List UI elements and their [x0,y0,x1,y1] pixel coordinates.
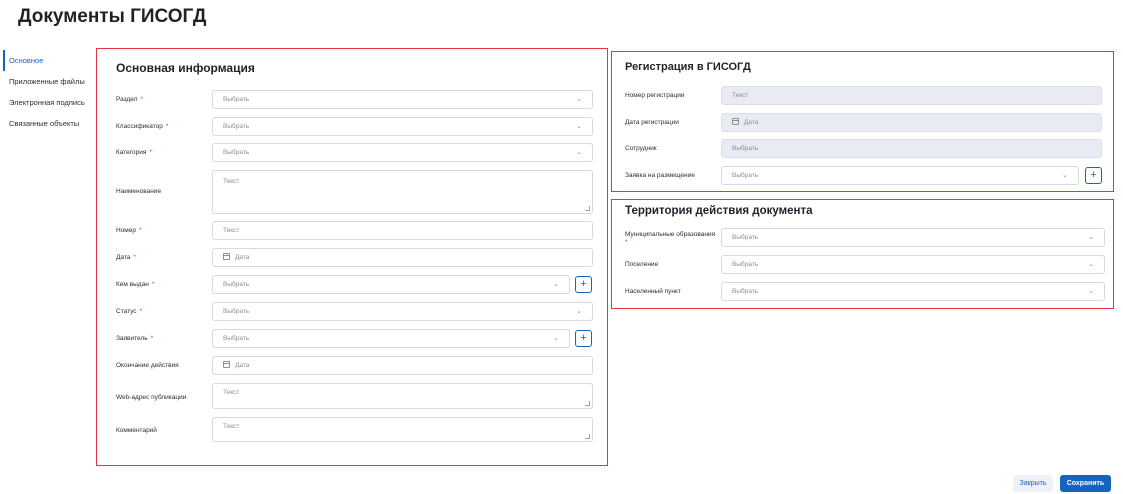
calendar-icon [223,361,230,368]
issued-by-label: Кем выдан * [116,281,155,288]
category-label: Категория * [116,149,152,156]
main-info-panel: Основная информация Раздел * Выбрать ⌄ Кл… [96,48,608,466]
chevron-down-icon: ⌄ [576,308,582,315]
web-address-label: Web-адрес публикации [116,394,187,401]
applicant-select[interactable]: Выбрать ⌄ [212,329,570,348]
end-date-input[interactable]: Дата [212,356,593,375]
calendar-icon [223,253,230,260]
settlement-select[interactable]: Выбрать ⌄ [721,255,1105,274]
registration-title: Регистрация в ГИСОГД [625,61,751,73]
page-title: Документы ГИСОГД [18,6,207,27]
category-select[interactable]: Выбрать ⌄ [212,143,593,162]
municipality-select[interactable]: Выбрать ⌄ [721,228,1105,247]
chevron-down-icon: ⌄ [1062,172,1068,179]
chevron-down-icon: ⌄ [553,281,559,288]
territory-title: Территория действия документа [625,205,813,217]
comment-label: Комментарий [116,427,157,434]
razdel-label: Раздел * [116,96,144,103]
sidebar-nav: Основное Приложенные файлы Электронная п… [3,50,95,134]
employee-select: Выбрать [721,139,1102,158]
reg-date-label: Дата регистрации [625,119,679,126]
plus-icon: + [1090,169,1097,181]
sidebar-item-attached-files[interactable]: Приложенные файлы [3,71,95,92]
classifier-label: Классификатор * [116,123,169,130]
plus-icon: + [580,332,587,344]
sidebar-item-e-signature[interactable]: Электронная подпись [3,92,95,113]
name-label: Наименование [116,188,162,195]
issued-by-select[interactable]: Выбрать ⌄ [212,275,570,294]
number-label: Номер * [116,227,142,234]
chevron-down-icon: ⌄ [576,123,582,130]
locality-label: Населенный пункт [625,288,681,295]
chevron-down-icon: ⌄ [576,96,582,103]
sidebar-item-main[interactable]: Основное [3,50,95,71]
reg-date-input: Дата [721,113,1102,132]
comment-textarea[interactable]: Текст [212,417,593,442]
add-applicant-button[interactable]: + [575,330,592,347]
resize-handle[interactable] [585,206,590,211]
placement-request-select[interactable]: Выбрать ⌄ [721,166,1079,185]
end-date-label: Окончание действия [116,362,179,369]
applicant-label: Заявитель * [116,335,154,342]
reg-number-label: Номер регистрации [625,92,685,99]
chevron-down-icon: ⌄ [576,149,582,156]
chevron-down-icon: ⌄ [553,335,559,342]
save-button[interactable]: Сохранить [1060,475,1111,492]
add-placement-request-button[interactable]: + [1085,167,1102,184]
chevron-down-icon: ⌄ [1088,261,1094,268]
resize-handle[interactable] [585,401,590,406]
plus-icon: + [580,278,587,290]
classifier-select[interactable]: Выбрать ⌄ [212,117,593,136]
date-input[interactable]: Дата [212,248,593,267]
sidebar-item-related-objects[interactable]: Связанные объекты [3,113,95,134]
registration-panel: Регистрация в ГИСОГД Номер регистрации Т… [611,51,1114,192]
close-button[interactable]: Закрыть [1013,475,1053,492]
number-input[interactable]: Текст [212,221,593,240]
placement-request-label: Заявка на размещение [625,172,695,179]
chevron-down-icon: ⌄ [1088,288,1094,295]
locality-select[interactable]: Выбрать ⌄ [721,282,1105,301]
settlement-label: Поселение [625,261,659,268]
web-address-textarea[interactable]: Текст [212,383,593,409]
chevron-down-icon: ⌄ [1088,234,1094,241]
reg-number-input: Текст [721,86,1102,105]
razdel-select[interactable]: Выбрать ⌄ [212,90,593,109]
territory-panel: Территория действия документа Муниципаль… [611,199,1114,309]
status-select[interactable]: Выбрать ⌄ [212,302,593,321]
calendar-icon [732,118,739,125]
add-issued-by-button[interactable]: + [575,276,592,293]
municipality-label: Муниципальные образования * [625,231,716,246]
status-label: Статус * [116,308,143,315]
main-info-title: Основная информация [116,61,255,75]
employee-label: Сотрудник [625,145,657,152]
resize-handle[interactable] [585,434,590,439]
name-textarea[interactable]: Текст [212,170,593,214]
date-label: Дата * [116,254,136,261]
